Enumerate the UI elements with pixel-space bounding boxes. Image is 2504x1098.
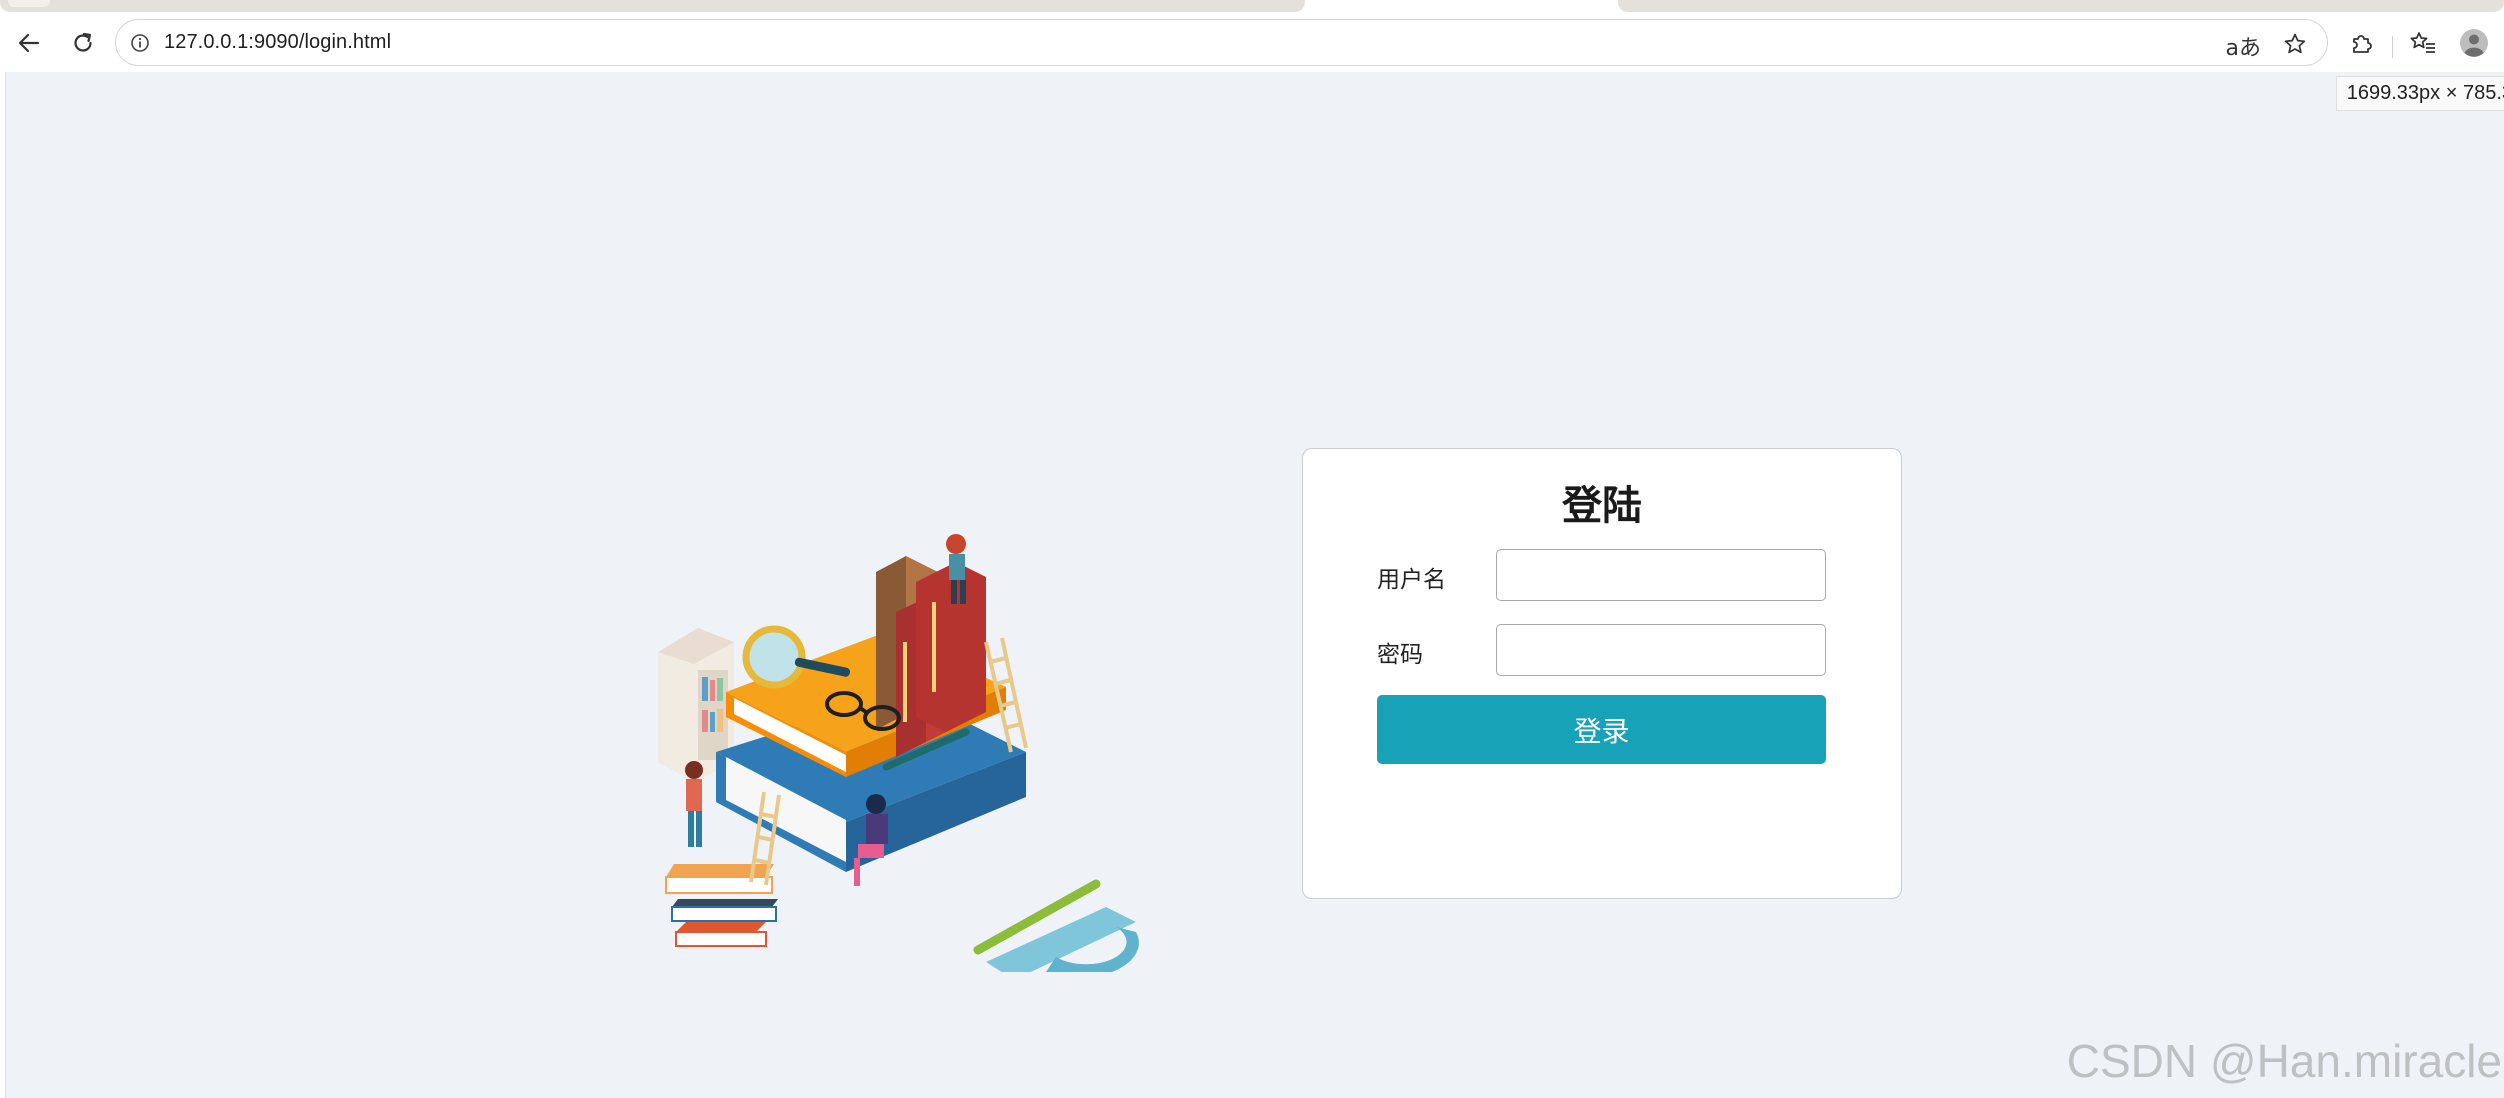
password-label: 密码 bbox=[1377, 642, 1423, 668]
address-bar[interactable]: 127.0.0.1:9090/login.html aあ bbox=[115, 19, 2328, 66]
favorite-star-icon[interactable] bbox=[2283, 32, 2307, 56]
toolbar-divider bbox=[2392, 36, 2393, 58]
books-illustration bbox=[658, 534, 1139, 972]
url-text[interactable]: 127.0.0.1:9090/login.html bbox=[164, 31, 391, 54]
profile-icon bbox=[2460, 29, 2488, 57]
page-viewport: 1699.33px × 785.3 登陆 用户名 密码 登录 CSDN @Han… bbox=[5, 72, 2504, 1098]
extensions-button[interactable] bbox=[2346, 28, 2376, 58]
login-card: 登陆 用户名 密码 登录 bbox=[1302, 448, 1902, 899]
back-button[interactable] bbox=[12, 26, 46, 60]
tab-strip bbox=[0, 0, 2504, 14]
profile-button[interactable] bbox=[2459, 28, 2489, 58]
reload-icon bbox=[74, 32, 92, 52]
browser-toolbar: 127.0.0.1:9090/login.html aあ bbox=[0, 14, 2504, 72]
favorites-button[interactable] bbox=[2408, 28, 2438, 58]
username-label: 用户名 bbox=[1377, 567, 1446, 593]
info-icon[interactable] bbox=[130, 33, 150, 53]
extensions-icon bbox=[2353, 35, 2372, 53]
browser-tab[interactable] bbox=[0, 0, 1305, 12]
reload-button[interactable] bbox=[66, 26, 100, 60]
password-input[interactable] bbox=[1496, 624, 1826, 676]
watermark: CSDN @Han.miracle bbox=[2066, 1035, 2502, 1087]
viewport-size-tooltip: 1699.33px × 785.3 bbox=[2335, 76, 2504, 111]
favorites-icon bbox=[2410, 32, 2435, 53]
login-title: 登陆 bbox=[1562, 483, 1642, 529]
read-aloud-icon[interactable]: aあ bbox=[2226, 30, 2261, 62]
login-button[interactable]: 登录 bbox=[1377, 695, 1826, 764]
browser-tab[interactable] bbox=[1618, 0, 2504, 12]
back-arrow-icon bbox=[18, 33, 40, 53]
username-input[interactable] bbox=[1496, 549, 1826, 601]
